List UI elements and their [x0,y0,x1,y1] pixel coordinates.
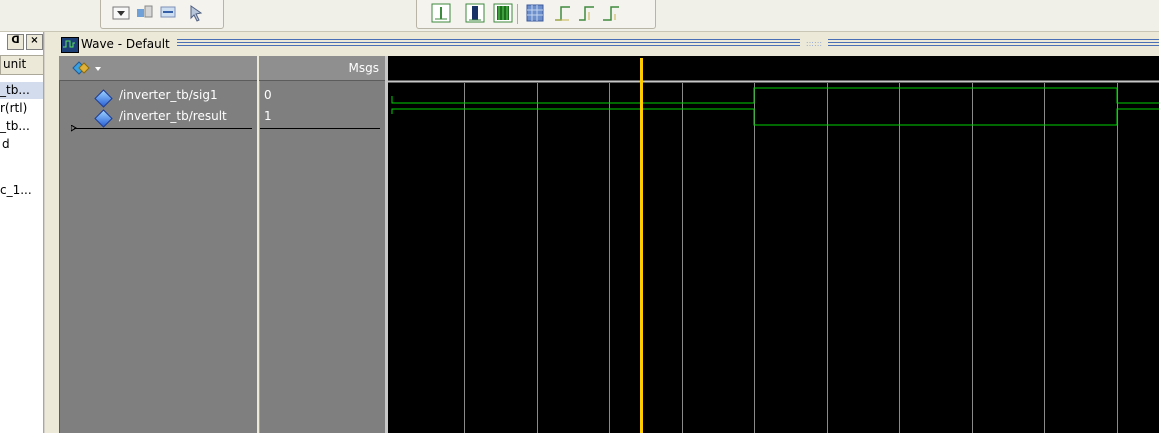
waveform-view[interactable] [388,56,1159,433]
structure-row[interactable]: c_1... [0,182,43,199]
wave-window-titlebar[interactable]: Wave - Default :::::: [59,34,1159,54]
wave-window-title: Wave - Default [81,36,174,52]
time-cursor[interactable] [640,58,643,433]
signal-diamond-icon [94,109,113,128]
value-insertion-line [260,128,380,129]
delete-cursor-icon[interactable] [465,3,485,23]
structure-column-header-label: unit [3,57,27,71]
signal-name-pane: /inverter_tb/sig1 /inverter_tb/result [59,56,257,433]
structure-pane: ᗡ × unit _tb... r(rtl) _tb... d c_1... [0,32,44,433]
structure-row-label: _tb... [0,83,30,97]
signal-value-pane: 0 1 [259,56,385,433]
zoom-full-icon[interactable] [135,3,155,23]
structure-scrollbar[interactable] [44,32,59,433]
step-alt-icon[interactable] [577,3,597,23]
insertion-marker-icon [71,125,77,132]
toolbar-separator [517,4,518,24]
structure-row[interactable]: _tb... [0,118,43,135]
dropdown-arrow-icon[interactable] [111,3,131,23]
signal-name[interactable]: /inverter_tb/sig1 [119,88,218,102]
toolbar [0,0,1159,32]
toolbar-group-zoom [100,0,224,29]
structure-row-label: _tb... [0,119,30,133]
titlebar-grip[interactable]: :::::: [800,39,828,48]
dock-button[interactable]: ᗡ [7,34,24,50]
time-gridlines [464,83,1118,433]
titlebar-drag-lines [177,39,1159,48]
structure-row[interactable]: d [0,136,43,153]
signal-name-header [59,56,257,81]
toolbar-group-cursors [416,0,656,29]
edge-icon[interactable] [601,3,621,23]
insertion-line [74,128,252,129]
signal-value: 0 [264,88,272,102]
structure-row-label: r(rtl) [0,101,28,115]
signal-value: 1 [264,109,272,123]
zoom-in-out-icon[interactable] [159,3,179,23]
value-header: Msgs [259,56,385,81]
grid-icon[interactable] [525,3,545,23]
waveform-icon[interactable] [493,3,513,23]
close-icon: × [30,35,39,46]
waveform-trace-sig1[interactable] [391,87,1159,104]
signal-diamond-icon [94,89,113,108]
structure-row-label: c_1... [0,183,32,197]
structure-row[interactable]: r(rtl) [0,100,43,117]
structure-row-label: d [2,137,10,151]
waveform-trace-result[interactable] [391,108,1159,126]
structure-column-header[interactable]: unit [0,55,43,75]
step-icon[interactable] [553,3,573,23]
close-button[interactable]: × [26,34,43,50]
value-header-label: Msgs [348,61,379,75]
wave-window-icon [61,37,79,53]
add-wave-icon[interactable] [71,60,105,76]
structure-row[interactable] [0,154,43,171]
insert-cursor-icon[interactable] [431,3,451,23]
pointer-icon[interactable] [187,3,207,23]
dock-icon: ᗡ [11,35,20,46]
structure-row[interactable]: _tb... [0,82,43,99]
waveform-canvas[interactable] [388,56,1159,433]
signal-name[interactable]: /inverter_tb/result [119,109,227,123]
